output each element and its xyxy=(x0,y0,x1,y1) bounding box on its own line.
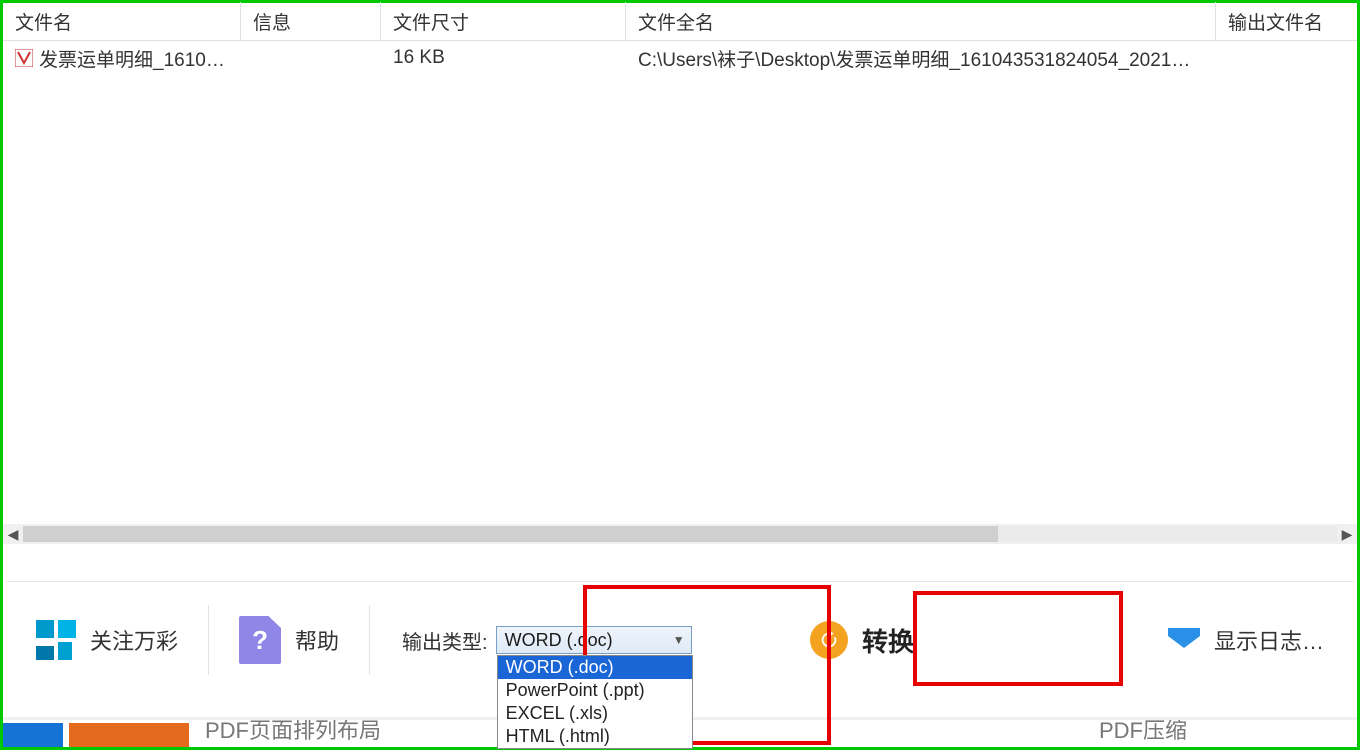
horizontal-scrollbar[interactable]: ◀ ▶ xyxy=(3,524,1357,544)
help-icon: ? xyxy=(239,616,281,664)
output-type-combobox[interactable]: WORD (.doc) ▼ WORD (.doc) PowerPoint (.p… xyxy=(496,626,692,654)
file-list[interactable]: 发票运单明细_1610… 16 KB C:\Users\袜子\Desktop\发… xyxy=(3,41,1357,524)
scroll-track[interactable] xyxy=(23,526,1337,542)
tab-chip[interactable] xyxy=(3,723,63,747)
convert-label: 转换 xyxy=(862,622,914,659)
cell-info xyxy=(241,54,381,62)
output-type-group: 输出类型: WORD (.doc) ▼ WORD (.doc) PowerPoi… xyxy=(370,626,700,655)
col-header-info[interactable]: 信息 xyxy=(241,2,381,41)
scroll-right-arrow[interactable]: ▶ xyxy=(1337,524,1357,544)
output-type-label: 输出类型: xyxy=(402,626,488,655)
bottom-tab-right[interactable]: PDF压缩 xyxy=(1089,717,1217,747)
option-word[interactable]: WORD (.doc) xyxy=(498,656,692,679)
cell-name: 发票运单明细_1610… xyxy=(39,45,225,72)
col-header-outname[interactable]: 输出文件名 xyxy=(1216,2,1357,41)
chevron-down-icon: ▼ xyxy=(673,633,685,647)
convert-button[interactable]: 转换 xyxy=(790,611,934,669)
output-type-dropdown[interactable]: WORD (.doc) PowerPoint (.ppt) EXCEL (.xl… xyxy=(497,655,693,749)
app-window: 文件名 信息 文件尺寸 文件全名 输出文件名 发票运单明细_1610… 16 K… xyxy=(0,0,1360,750)
option-ppt[interactable]: PowerPoint (.ppt) xyxy=(498,679,692,702)
option-html[interactable]: HTML (.html) xyxy=(498,725,692,748)
refresh-icon xyxy=(810,621,848,659)
cell-size: 16 KB xyxy=(381,43,626,73)
cell-fullname: C:\Users\袜子\Desktop\发票运单明细_1610435318240… xyxy=(626,41,1216,76)
help-label: 帮助 xyxy=(295,624,339,656)
col-header-fullname[interactable]: 文件全名 xyxy=(626,2,1216,41)
bottom-tab-left[interactable]: PDF页面排列布局 xyxy=(195,717,411,747)
bottom-toolbar: 关注万彩 ? 帮助 输出类型: WORD (.doc) ▼ WORD (.doc… xyxy=(6,581,1354,698)
show-log-button[interactable]: 显示日志… xyxy=(1138,605,1354,675)
cell-outname xyxy=(1216,54,1357,62)
show-log-label: 显示日志… xyxy=(1214,624,1324,656)
scroll-thumb[interactable] xyxy=(23,526,998,542)
dropdown-icon xyxy=(1168,628,1200,652)
option-xls[interactable]: EXCEL (.xls) xyxy=(498,702,692,725)
pdf-icon xyxy=(15,49,33,67)
col-header-size[interactable]: 文件尺寸 xyxy=(381,2,626,41)
scroll-left-arrow[interactable]: ◀ xyxy=(3,524,23,544)
help-button[interactable]: ? 帮助 xyxy=(209,605,369,675)
tab-chip[interactable] xyxy=(69,723,189,747)
output-type-selected: WORD (.doc) xyxy=(505,630,613,651)
follow-label: 关注万彩 xyxy=(90,624,178,656)
table-row[interactable]: 发票运单明细_1610… 16 KB C:\Users\袜子\Desktop\发… xyxy=(3,41,1357,75)
follow-button[interactable]: 关注万彩 xyxy=(6,605,208,675)
col-header-name[interactable]: 文件名 xyxy=(3,2,241,41)
qr-icon xyxy=(36,620,76,660)
table-header: 文件名 信息 文件尺寸 文件全名 输出文件名 xyxy=(3,3,1357,41)
